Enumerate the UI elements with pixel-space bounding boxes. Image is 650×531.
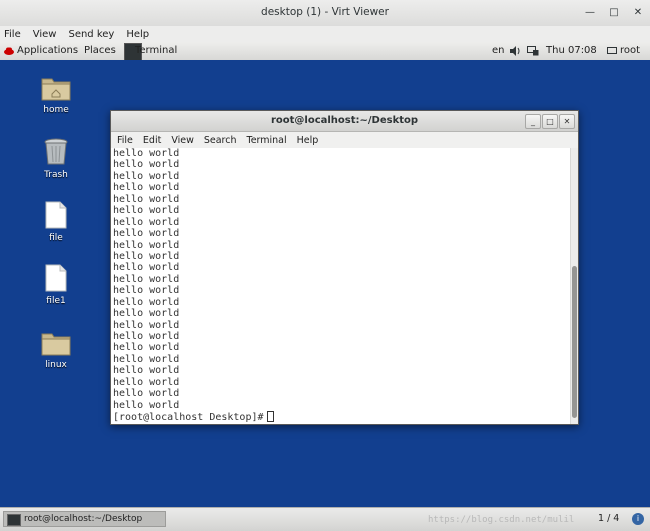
clock[interactable]: Thu 07:08 — [546, 45, 597, 56]
terminal-line: hello world — [113, 159, 180, 171]
volume-icon[interactable] — [510, 46, 521, 56]
desktop-icon-label: Trash — [44, 170, 68, 180]
terminal-line: hello world — [113, 388, 180, 400]
watermark: https://blog.csdn.net/mulil — [428, 515, 575, 525]
desktop-icon-label: linux — [45, 360, 67, 370]
terminal-maximize-icon[interactable]: □ — [542, 114, 558, 129]
terminal-icon — [7, 514, 21, 526]
terminal-menubar: File Edit View Search Terminal Help — [111, 132, 578, 148]
desktop-icon-file1[interactable]: file1 — [26, 264, 86, 306]
input-language[interactable]: en — [492, 45, 505, 56]
redhat-icon — [4, 47, 14, 55]
terminal-close-icon[interactable]: ✕ — [559, 114, 575, 129]
applications-menu[interactable]: Applications — [17, 45, 78, 56]
terminal-menu-terminal[interactable]: Terminal — [247, 135, 287, 146]
terminal-scroll-thumb[interactable] — [572, 266, 577, 418]
terminal-menu-view[interactable]: View — [171, 135, 194, 146]
terminal-line: hello world — [113, 319, 180, 331]
terminal-line: hello world — [113, 331, 180, 342]
desktop-icon-file[interactable]: file — [26, 201, 86, 243]
terminal-line: hello world — [113, 148, 180, 159]
terminal-line: hello world — [113, 296, 180, 308]
terminal-line: hello world — [113, 353, 180, 365]
terminal-line: hello world — [113, 399, 180, 411]
terminal-line: hello world — [113, 239, 180, 251]
terminal-line: hello world — [113, 170, 180, 182]
terminal-prompt: [root@localhost Desktop]# — [113, 412, 264, 424]
terminal-minimize-icon[interactable]: _ — [525, 114, 541, 129]
desktop-icon-linux[interactable]: linux — [26, 330, 86, 370]
user-monitor-icon — [607, 47, 617, 54]
terminal-line: hello world — [113, 376, 180, 388]
maximize-icon[interactable]: □ — [606, 5, 622, 21]
terminal-line: hello world — [113, 205, 180, 217]
terminal-line: hello world — [113, 365, 180, 377]
menu-help[interactable]: Help — [126, 29, 149, 40]
desktop-icon-label: home — [43, 105, 69, 115]
minimize-icon[interactable]: — — [582, 5, 598, 21]
terminal-output[interactable]: hello world hello world hello world hell… — [111, 148, 570, 424]
desktop-icon-label: file — [49, 233, 63, 243]
desktop-icon-trash[interactable]: Trash — [26, 138, 86, 180]
terminal-line: hello world — [113, 308, 180, 320]
terminal-line: hello world — [113, 182, 180, 194]
menu-file[interactable]: File — [4, 29, 21, 40]
notification-info-icon[interactable]: i — [632, 513, 644, 525]
terminal-scrollbar[interactable] — [570, 148, 578, 424]
terminal-menu-file[interactable]: File — [117, 135, 133, 146]
terminal-titlebar[interactable]: root@localhost:~/Desktop _ □ ✕ — [111, 111, 578, 132]
home-folder-icon — [41, 78, 71, 101]
terminal-window[interactable]: root@localhost:~/Desktop _ □ ✕ File Edit… — [110, 110, 579, 425]
terminal-line: hello world — [113, 285, 180, 297]
trash-icon — [44, 138, 68, 165]
guest-top-panel: Applications Places Terminal en Thu 07:0… — [0, 42, 650, 61]
places-menu[interactable]: Places — [84, 45, 116, 56]
desktop-icon-label: file1 — [46, 296, 66, 306]
desktop-icon-home[interactable]: home — [26, 75, 86, 115]
folder-icon — [41, 333, 71, 356]
terminal-prompt-line[interactable]: [root@localhost Desktop]# — [113, 411, 570, 424]
taskbar-item-terminal[interactable]: root@localhost:~/Desktop — [3, 511, 166, 527]
file-icon — [45, 201, 67, 229]
window-title: desktop (1) - Virt Viewer — [261, 6, 389, 18]
viewer-menubar: File View Send key Help — [0, 26, 650, 42]
terminal-launcher-label[interactable]: Terminal — [135, 45, 177, 56]
user-menu[interactable]: root — [620, 45, 640, 56]
viewer-titlebar: desktop (1) - Virt Viewer — □ ✕ — [0, 0, 650, 27]
terminal-line: hello world — [113, 342, 180, 354]
terminal-menu-help[interactable]: Help — [297, 135, 319, 146]
terminal-line: hello world — [113, 250, 180, 262]
terminal-line: hello world — [113, 228, 180, 240]
display-icon[interactable] — [527, 46, 539, 56]
terminal-title: root@localhost:~/Desktop — [270, 115, 419, 126]
menu-view[interactable]: View — [33, 29, 57, 40]
file-icon — [45, 264, 67, 292]
terminal-menu-edit[interactable]: Edit — [143, 135, 161, 146]
terminal-line: hello world — [113, 216, 180, 228]
terminal-line: hello world — [113, 273, 180, 285]
menu-send-key[interactable]: Send key — [68, 29, 114, 40]
taskbar-item-label: root@localhost:~/Desktop — [24, 514, 143, 524]
close-icon[interactable]: ✕ — [630, 5, 646, 21]
taskbar: root@localhost:~/Desktop https://blog.cs… — [0, 507, 650, 531]
terminal-menu-search[interactable]: Search — [204, 135, 237, 146]
workspace-indicator[interactable]: 1 / 4 — [598, 513, 619, 524]
terminal-cursor — [266, 411, 274, 423]
terminal-line: hello world — [113, 193, 180, 205]
terminal-line: hello world — [113, 262, 180, 274]
